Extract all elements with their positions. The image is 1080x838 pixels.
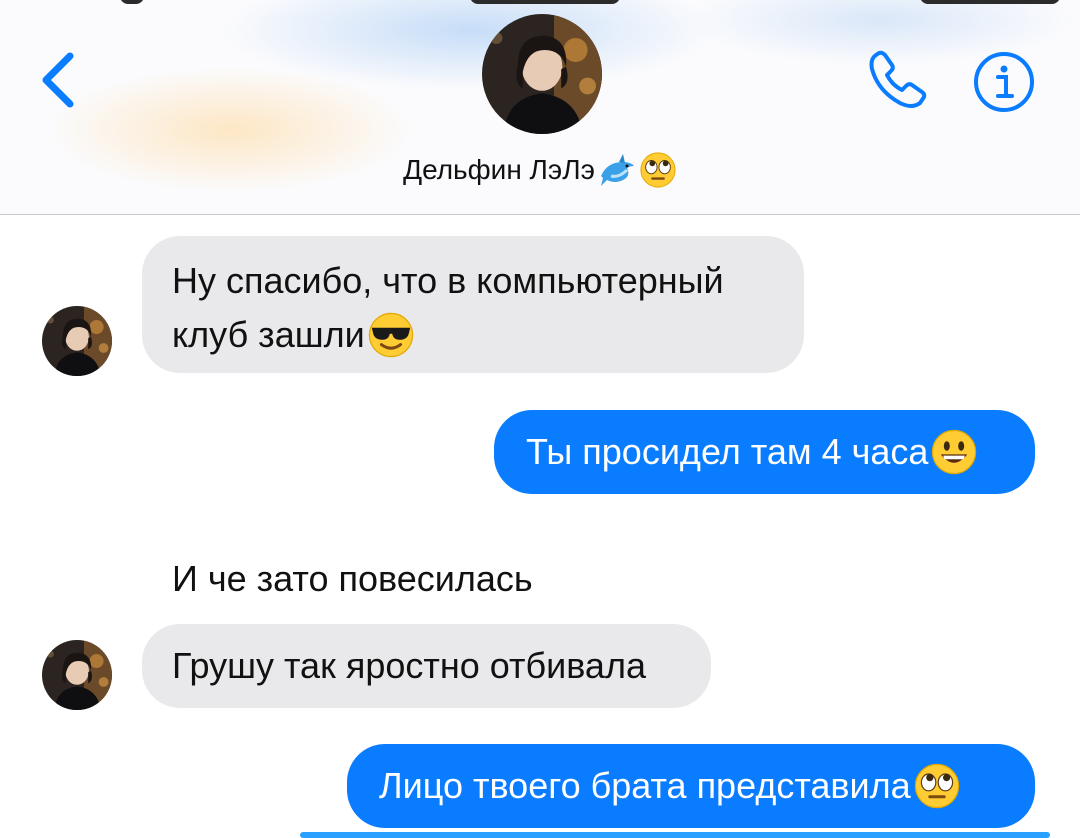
message-bubble-incoming[interactable]: Грушу так яростно отбивала <box>142 624 711 708</box>
status-bar-fragment <box>120 0 144 4</box>
chat-screen: Дельфин ЛэЛэ Ну спасибо, что в компьютер… <box>0 0 1080 838</box>
dolphin-emoji <box>600 154 634 186</box>
rolling-eyes-emoji <box>914 763 959 809</box>
chevron-left-icon <box>42 52 74 108</box>
status-bar-fragment <box>470 0 620 4</box>
info-button[interactable] <box>972 50 1036 114</box>
message-bubble-outgoing[interactable]: Лицо твоего брата представила <box>347 744 1035 828</box>
message-text-with-emoji: Ты просидел там 4 часа <box>526 427 980 477</box>
message-text-plain[interactable]: И че зато повесилась <box>172 558 533 600</box>
message-text: Грушу так яростно отбивала <box>172 645 646 686</box>
phone-icon <box>869 50 927 108</box>
avatar-image <box>482 14 602 134</box>
status-bar-fragment <box>920 0 1060 4</box>
next-message-edge <box>300 832 1050 838</box>
avatar-image <box>42 640 112 710</box>
rolling-eyes-emoji <box>640 152 676 188</box>
call-button[interactable] <box>860 45 932 117</box>
smiling-face-with-sunglasses-emoji <box>368 312 413 358</box>
info-icon <box>974 52 1034 112</box>
message-text: Лицо твоего брата представила <box>379 765 911 806</box>
back-button[interactable] <box>30 40 90 120</box>
sender-avatar[interactable] <box>42 640 112 710</box>
contact-avatar[interactable] <box>482 14 602 134</box>
contact-name-text: Дельфин ЛэЛэ <box>403 154 595 185</box>
message-text-with-emoji: Лицо твоего брата представила <box>379 761 963 811</box>
contact-name[interactable]: Дельфин ЛэЛэ <box>0 150 1080 190</box>
message-text-line: клуб зашли <box>172 314 365 355</box>
sender-avatar[interactable] <box>42 306 112 376</box>
message-bubble-outgoing[interactable]: Ты просидел там 4 часа <box>494 410 1035 494</box>
grinning-face-emoji <box>932 429 977 475</box>
chat-header: Дельфин ЛэЛэ <box>0 0 1080 215</box>
avatar-image <box>42 306 112 376</box>
message-text: Ты просидел там 4 часа <box>526 431 929 472</box>
message-bubble-incoming[interactable]: Ну спасибо, что в компьютерный клуб зашл… <box>142 236 804 373</box>
message-text-line: Ну спасибо, что в компьютерный <box>172 260 724 301</box>
message-text-line-with-emoji: клуб зашли <box>172 310 417 360</box>
